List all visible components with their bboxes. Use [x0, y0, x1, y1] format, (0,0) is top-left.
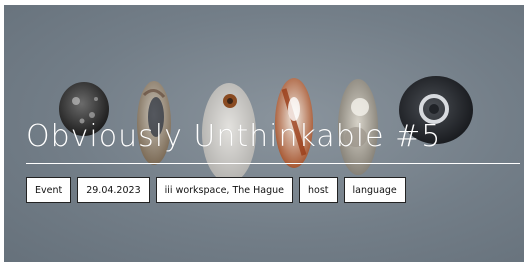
- tag-host[interactable]: host: [299, 177, 338, 203]
- event-tags: Event 29.04.2023 iii workspace, The Hagu…: [26, 177, 406, 203]
- tag-date[interactable]: 29.04.2023: [77, 177, 150, 203]
- tag-location[interactable]: iii workspace, The Hague: [155, 177, 294, 203]
- title-divider: [26, 163, 520, 164]
- tag-event-type[interactable]: Event: [26, 177, 72, 203]
- event-title: Obviously Unthinkable #5: [26, 119, 442, 154]
- event-card[interactable]: Obviously Unthinkable #5 Event 29.04.202…: [4, 5, 524, 262]
- tag-language[interactable]: language: [343, 177, 406, 203]
